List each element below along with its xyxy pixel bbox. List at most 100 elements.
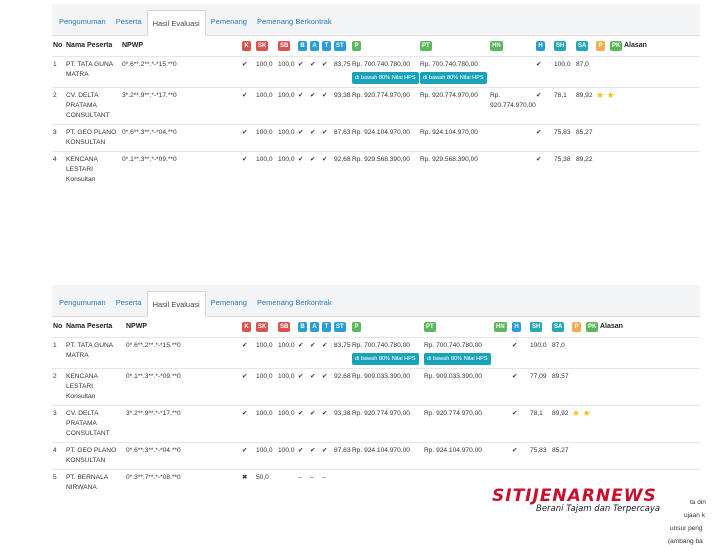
cell-sh-value: 77,09 (530, 372, 547, 380)
column-header-npwp: NPWP (126, 323, 147, 331)
cell-no-value: 3 (53, 409, 57, 417)
column-header-k: K (241, 36, 255, 56)
tab-pengumuman[interactable]: Pengumuman (54, 9, 111, 35)
cell-h-value: ✔ (536, 91, 542, 99)
tab-pemenang-berkontrak[interactable]: Pemenang Berkontrak (252, 9, 337, 35)
tab-peserta[interactable]: Peserta (111, 9, 147, 35)
cell-p-value: Rp. 909.033.390,00 (352, 372, 410, 380)
cell-p (351, 468, 423, 496)
tab-pemenang[interactable]: Pemenang (206, 9, 252, 35)
cell-t-value: ✔ (322, 341, 328, 349)
cell-h: ✔ (511, 367, 529, 405)
tab-pemenang[interactable]: Pemenang (206, 290, 252, 316)
cell-sb: 100,0 (277, 123, 297, 151)
hps-warning-label: di bawah 80% Nilai HPS (352, 352, 419, 365)
hps-warning-label: di bawah 80% Nilai HPS (424, 352, 491, 365)
cell-sh-value: 75,83 (554, 128, 571, 136)
cell-p: Rp. 700.740.780,00 di bawah 80% Nilai HPS (351, 336, 423, 368)
cell-nama-value: PT. BERNALA NIRWANA (66, 473, 108, 491)
badge-b: B (298, 321, 307, 332)
cell-sk: 100,0 (255, 404, 277, 442)
cell-sa-value: 85,27 (552, 446, 569, 454)
cell-sk-value: 100,0 (256, 341, 273, 349)
table-row: 1 PT. TATA GUNA MATRA 0*.6**.2**.*-*15.**0… (52, 336, 700, 368)
cell-a: ✔ (309, 336, 321, 368)
cell-p-value: Rp. 700.740.780,00 (352, 341, 410, 349)
column-header-pk: PK (585, 317, 599, 337)
badge-sk: SK (256, 40, 269, 51)
tab-bar: Pengumuman Peserta Hasil Evaluasi Pemena… (52, 4, 700, 36)
cell-k-value: ✔ (242, 372, 248, 380)
column-header-sb: SB (277, 36, 297, 56)
cell-npwp-value: 0*.6**.2**.*-*15.**0 (126, 341, 181, 349)
badge-sk: SK (256, 321, 269, 332)
cell-sa: 89,92 (575, 86, 595, 124)
cell-b: ✔ (297, 336, 309, 368)
cell-h: ✔ (511, 336, 529, 368)
tab-hasil-evaluasi[interactable]: Hasil Evaluasi (146, 291, 206, 317)
cell-h-value: ✔ (536, 155, 542, 163)
cell-sa-value: 89,57 (552, 372, 569, 380)
tab-pemenang-berkontrak[interactable]: Pemenang Berkontrak (252, 290, 337, 316)
badge-pk: PK (610, 40, 623, 51)
tab-hasil-evaluasi[interactable]: Hasil Evaluasi (146, 10, 206, 36)
clipped-text: ujaan k (684, 512, 705, 519)
cell-no-value: 1 (53, 341, 57, 349)
cell-sb: 100,0 (277, 150, 297, 188)
cell-nama: PT. BERNALA NIRWANA (65, 468, 125, 496)
cell-empty (599, 404, 700, 442)
cell-p: Rp. 920.774.970,00 (351, 86, 419, 124)
cell-p: Rp. 924.104.970,00 (351, 441, 423, 469)
cell-stars (571, 367, 599, 405)
cell-nama-value: CV. DELTA PRATAMA CONSULTANT (66, 91, 110, 119)
cell-p-value: Rp. 920.774.970,00 (352, 409, 410, 417)
watermark-title: SITIJENARNEWS (492, 486, 657, 506)
cell-pt: Rp. 920.774.970,00 (423, 404, 493, 442)
cell-t-value: ✔ (322, 409, 328, 417)
cell-npwp-value: 0*.1**.3**.*-*09.**0 (122, 155, 177, 163)
cell-sh: 75,38 (553, 150, 575, 188)
watermark-subtitle: Berani Tajam dan Terpercaya (536, 504, 661, 514)
cell-nama: PT. TATA GUNA MATRA (65, 336, 125, 368)
column-header-nama: Nama Peserta (66, 42, 113, 50)
cell-npwp: 0*.6**.2**.*-*15.**0 (125, 336, 241, 368)
cell-sa: 89,92 (551, 404, 571, 442)
column-header-sa: SA (551, 317, 571, 337)
cell-sk: 50,0 (255, 468, 277, 496)
tab-peserta[interactable]: Peserta (111, 290, 147, 316)
cell-st: 92,68 (333, 367, 351, 405)
cell-sk-value: 100,0 (256, 155, 273, 163)
cell-sh-value: 100,0 (530, 341, 547, 349)
badge-sa: SA (552, 321, 565, 332)
cell-a-value: ✔ (310, 372, 316, 380)
cell-b-value: ✔ (298, 155, 304, 163)
cell-h-value: ✔ (512, 372, 518, 380)
cell-sb (277, 468, 297, 496)
cell-t: ✔ (321, 86, 333, 124)
cell-npwp-value: 0*.6**.3**.*-*04.**0 (122, 128, 177, 136)
cell-k-value: ✔ (242, 60, 248, 68)
cell-empty (599, 336, 700, 368)
cell-sk-value: 100,0 (256, 372, 273, 380)
cell-no: 3 (52, 123, 65, 151)
column-header-b: B (297, 36, 309, 56)
cell-st: 93,38 (333, 404, 351, 442)
cell-sh-value: 100,0 (554, 60, 571, 68)
cell-sb: 100,0 (277, 441, 297, 469)
column-header-alasan: Alasan (600, 323, 623, 331)
cell-empty (599, 367, 700, 405)
cell-a-value: ✔ (310, 60, 316, 68)
cell-p: Rp. 929.568.390,00 (351, 150, 419, 188)
cell-pt-value: Rp. 920.774.970,00 (424, 409, 482, 417)
tab-pengumuman[interactable]: Pengumuman (54, 290, 111, 316)
cell-h-value: ✔ (512, 341, 518, 349)
cell-t-value: ✔ (322, 128, 328, 136)
column-header-sh: SH (529, 317, 551, 337)
column-header-st: ST (333, 36, 351, 56)
cell-nama-value: KENCANA LESTARI Konsultan (66, 372, 98, 400)
cell-st-value: 83,75 (334, 341, 351, 349)
cell-k-value: ✔ (242, 128, 248, 136)
cell-t: ✔ (321, 150, 333, 188)
cell-pt-value: Rp. 924.104.970,00 (424, 446, 482, 454)
cell-k-value: ✖ (242, 473, 248, 481)
